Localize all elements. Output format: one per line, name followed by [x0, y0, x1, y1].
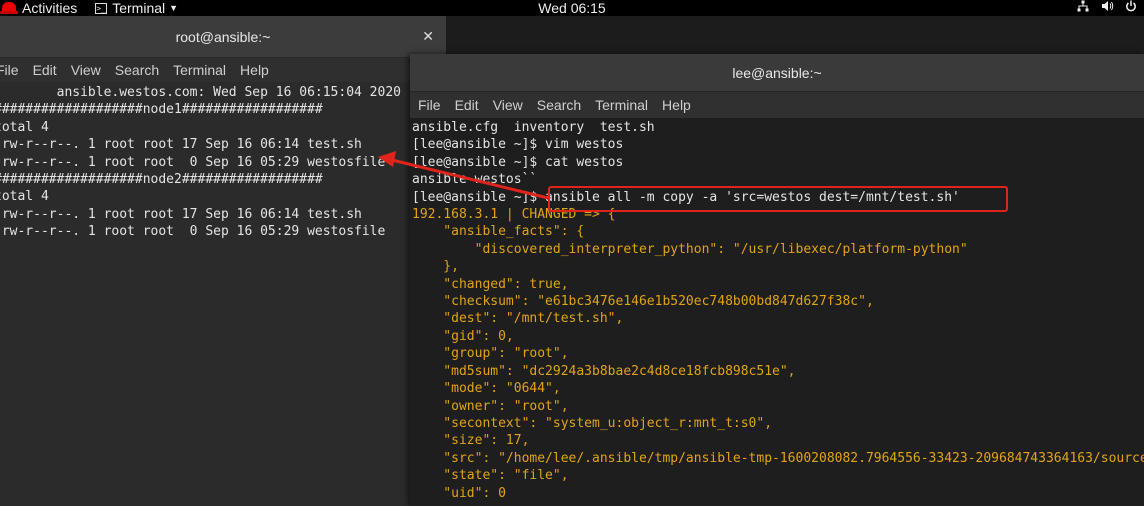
menu-search[interactable]: Search: [115, 62, 159, 78]
output-line: },: [412, 259, 459, 275]
menu-file[interactable]: File: [0, 62, 19, 78]
output-line: "secontext": "system_u:object_r:mnt_t:s0…: [412, 415, 773, 431]
menu-bar: File Edit View Search Terminal Help: [0, 58, 446, 82]
terminal-line: -rw-r--r--. 1 root root 17 Sep 16 06:14 …: [0, 206, 362, 222]
terminal-app-icon: >_: [95, 2, 108, 14]
redhat-logo-icon: [0, 2, 18, 14]
output-line: "dest": "/mnt/test.sh",: [412, 311, 624, 327]
output-line: "group": "root",: [412, 346, 569, 362]
menu-help[interactable]: Help: [240, 62, 269, 78]
command-highlight-box: [548, 186, 1008, 212]
terminal-line: total 4: [0, 189, 49, 205]
app-menu-label: Terminal: [112, 0, 166, 16]
window-titlebar[interactable]: root@ansible:~ ✕: [0, 16, 446, 58]
menu-help[interactable]: Help: [662, 97, 691, 113]
network-icon: [1076, 0, 1090, 16]
top-bar: Activities >_ Terminal ▼ Wed 06:15: [0, 0, 1144, 16]
output-line: "ansible_facts": {: [412, 224, 585, 240]
output-line: "owner": "root",: [412, 398, 569, 414]
terminal-line: -rw-r--r--. 1 root root 0 Sep 16 05:29 w…: [0, 224, 386, 240]
terminal-line: total 4: [0, 119, 49, 135]
output-line: "checksum": "e61bc3476e146e1b520ec748b00…: [412, 294, 874, 310]
terminal-line: ansible.westos.com: Wed Sep 16 06:15:04 …: [0, 85, 401, 100]
menu-edit[interactable]: Edit: [455, 97, 479, 113]
lee-terminal-window[interactable]: lee@ansible:~ File Edit View Search Term…: [410, 54, 1144, 506]
terminal-line: [lee@ansible ~]$ cat westos: [412, 154, 624, 170]
terminal-line: ansible.cfg inventory test.sh: [412, 120, 655, 135]
menu-terminal[interactable]: Terminal: [595, 97, 648, 113]
window-title: lee@ansible:~: [732, 64, 822, 81]
power-icon: [1124, 0, 1138, 16]
root-terminal-window[interactable]: root@ansible:~ ✕ File Edit View Search T…: [0, 16, 446, 506]
terminal-line: [lee@ansible ~]$ vim westos: [412, 137, 624, 153]
output-line: "changed": true,: [412, 276, 569, 292]
output-line: "size": 17,: [412, 433, 530, 449]
menu-view[interactable]: View: [71, 62, 101, 78]
app-menu-button[interactable]: >_ Terminal ▼: [95, 0, 178, 16]
menu-edit[interactable]: Edit: [33, 62, 57, 78]
terminal-line: ###################node2################…: [0, 172, 323, 188]
terminal-line: -rw-r--r--. 1 root root 0 Sep 16 05:29 w…: [0, 154, 386, 170]
output-line: "discovered_interpreter_python": "/usr/l…: [412, 241, 968, 257]
terminal-output[interactable]: ansible.cfg inventory test.sh [lee@ansibl…: [412, 119, 1144, 502]
window-titlebar[interactable]: lee@ansible:~: [410, 54, 1144, 92]
output-line: "src": "/home/lee/.ansible/tmp/ansible-t…: [412, 450, 1144, 466]
volume-icon: [1100, 0, 1114, 16]
system-menu[interactable]: [1076, 0, 1138, 16]
menu-bar: File Edit View Search Terminal Help: [410, 92, 1144, 118]
terminal-line: ###################node1################…: [0, 102, 323, 118]
terminal-line: -rw-r--r--. 1 root root 17 Sep 16 06:14 …: [0, 137, 362, 153]
output-line: "uid": 0: [412, 485, 506, 501]
activities-button[interactable]: Activities: [22, 0, 77, 16]
menu-file[interactable]: File: [418, 97, 441, 113]
menu-search[interactable]: Search: [537, 97, 581, 113]
output-line: "gid": 0,: [412, 328, 514, 344]
output-line: "md5sum": "dc2924a3b8bae2c4d8ce18fcb898c…: [412, 363, 796, 379]
menu-view[interactable]: View: [493, 97, 523, 113]
close-icon[interactable]: ✕: [422, 28, 434, 45]
menu-terminal[interactable]: Terminal: [173, 62, 226, 78]
chevron-down-icon: ▼: [169, 3, 179, 13]
output-line: "state": "file",: [412, 468, 569, 484]
clock[interactable]: Wed 06:15: [538, 0, 605, 16]
window-title: root@ansible:~: [175, 28, 271, 45]
output-line: "mode": "0644",: [412, 381, 561, 397]
terminal-output[interactable]: ansible.westos.com: Wed Sep 16 06:15:04 …: [0, 84, 401, 241]
